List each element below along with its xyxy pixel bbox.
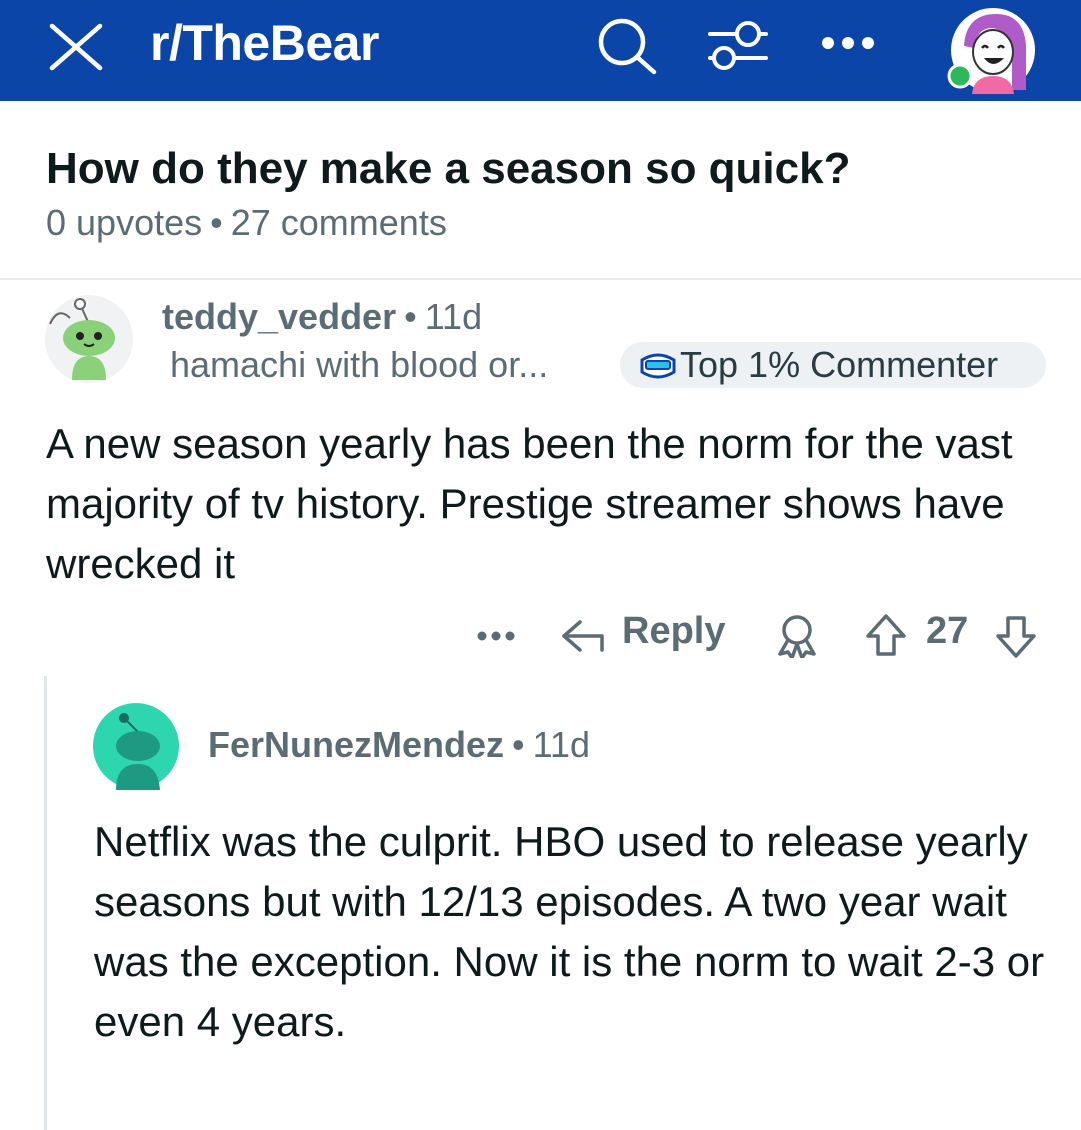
upvote-icon[interactable] (864, 612, 908, 658)
award-icon[interactable] (774, 614, 820, 660)
thread-line[interactable] (44, 676, 47, 1130)
subreddit-name[interactable]: r/TheBear (150, 14, 379, 72)
downvote-icon[interactable] (994, 614, 1038, 660)
user-avatar[interactable] (946, 6, 1038, 94)
comment-body: A new season yearly has been the norm fo… (46, 420, 1013, 587)
separator: • (210, 202, 223, 243)
more-options-icon[interactable] (476, 626, 516, 646)
close-icon[interactable] (44, 22, 106, 72)
search-icon[interactable] (596, 16, 660, 76)
separator: • (512, 724, 525, 765)
reply-button[interactable]: Reply (622, 610, 725, 653)
comment-actions: Reply 27 (0, 604, 1081, 666)
post-meta: 0 upvotes • 27 comments (46, 202, 447, 244)
comment-body: Netflix was the culprit. HBO used to rel… (94, 818, 1045, 1045)
badge-label: Top 1% Commenter (680, 344, 999, 385)
top-bar: r/TheBear (0, 0, 1081, 101)
badge-icon (638, 350, 678, 382)
commenter-avatar[interactable] (44, 294, 134, 384)
vote-score: 27 (926, 610, 969, 652)
top-commenter-badge: Top 1% Commenter (620, 342, 1046, 388)
comment-count: 27 comments (230, 202, 447, 243)
comment-age: 11d (532, 724, 591, 765)
divider (0, 278, 1081, 280)
commenter-avatar[interactable] (92, 702, 180, 790)
post-title[interactable]: How do they make a season so quick? (46, 144, 850, 194)
more-options-icon[interactable] (820, 28, 880, 58)
separator: • (404, 296, 417, 337)
comment-username[interactable]: FerNunezMendez (208, 724, 504, 765)
user-flair: hamachi with blood or... (170, 344, 549, 385)
comment-header: teddy_vedder • 11d (162, 296, 482, 338)
comment-username[interactable]: teddy_vedder (162, 296, 396, 337)
comment-age: 11d (424, 296, 483, 337)
reply-icon[interactable] (560, 616, 606, 656)
upvote-count: 0 upvotes (46, 202, 203, 243)
comment-header: FerNunezMendez • 11d (208, 724, 590, 766)
filter-icon[interactable] (706, 14, 770, 78)
